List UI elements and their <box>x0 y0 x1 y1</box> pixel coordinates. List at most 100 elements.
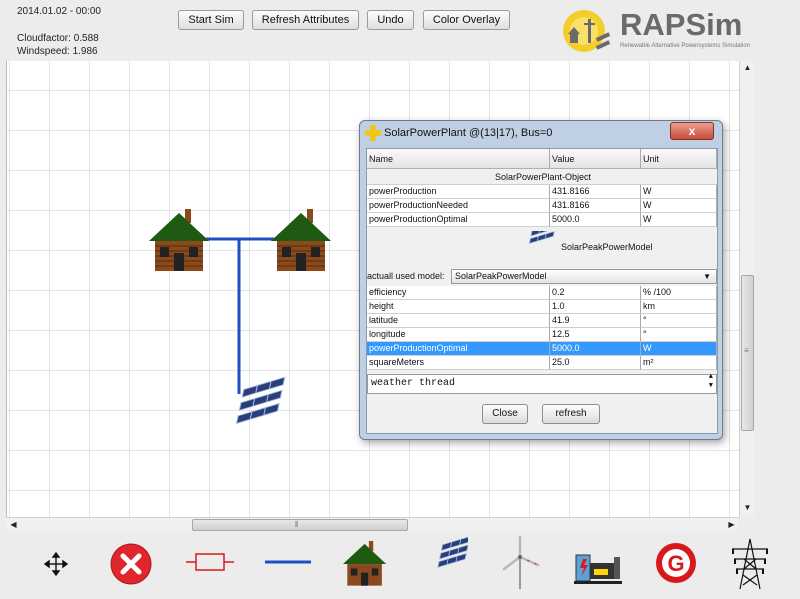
row-unit: km <box>641 300 717 314</box>
generator-tool[interactable]: G <box>650 531 702 596</box>
scroll-down-icon[interactable]: ▼ <box>740 501 755 515</box>
scroll-right-icon[interactable]: ▶ <box>724 518 739 532</box>
resistor-tool[interactable] <box>184 531 236 596</box>
wind-tool[interactable] <box>496 531 544 596</box>
horizontal-scroll-thumb[interactable]: ⦀ <box>192 519 408 531</box>
model-select[interactable]: SolarPeakPowerModel ▼ <box>451 269 717 284</box>
power-line[interactable] <box>203 239 277 394</box>
grip-icon: ⦀ <box>295 520 299 530</box>
move-tool[interactable] <box>36 531 76 596</box>
row-name: powerProductionOptimal <box>367 213 550 227</box>
scroll-left-icon[interactable]: ◀ <box>6 518 21 532</box>
row-value[interactable]: 5000.0 <box>550 213 641 227</box>
row-unit: ° <box>641 328 717 342</box>
grip-icon: ≡ <box>744 346 749 355</box>
row-unit: W <box>641 185 717 199</box>
properties-dialog: SolarPowerPlant @(13|17), Bus=0 x Name V… <box>359 120 723 440</box>
delete-icon <box>106 531 156 596</box>
row-unit: ° <box>641 314 717 328</box>
row-unit: W <box>641 342 717 356</box>
delete-tool[interactable] <box>106 531 156 596</box>
windspeed-readout: Windspeed: 1.986 <box>17 46 98 57</box>
row-value[interactable]: 0.2 <box>550 286 641 300</box>
log-text: weather thread <box>371 378 455 389</box>
table-row[interactable]: powerProductionNeeded 431.8166 W <box>367 199 717 213</box>
object-label-row: SolarPowerPlant-Object <box>367 171 717 185</box>
scroll-up-icon[interactable]: ▲ <box>740 61 755 75</box>
table-row[interactable]: longitude 12.5 ° <box>367 328 717 342</box>
solar-tool[interactable] <box>416 531 468 596</box>
row-name: efficiency <box>367 286 550 300</box>
house-tool[interactable] <box>340 531 390 596</box>
row-value[interactable]: 12.5 <box>550 328 641 342</box>
top-bar: 2014.01.02 - 00:00 Cloudfactor: 0.588 Wi… <box>0 0 800 61</box>
table-row[interactable]: height 1.0 km <box>367 300 717 314</box>
sim-datetime: 2014.01.02 - 00:00 <box>17 6 101 17</box>
solar-panel-icon <box>515 231 555 263</box>
close-icon: x <box>689 124 696 138</box>
log-textarea[interactable]: weather thread ▲▼ <box>367 374 717 394</box>
undo-button[interactable]: Undo <box>367 10 414 30</box>
transmission-tower-icon <box>724 531 776 596</box>
move-icon <box>36 531 76 596</box>
vertical-scrollbar[interactable]: ▲ ≡ ▼ <box>739 61 754 517</box>
table-row[interactable]: efficiency 0.2 % /100 <box>367 286 717 300</box>
chevron-down-icon: ▼ <box>703 270 711 283</box>
row-value[interactable]: 1.0 <box>550 300 641 314</box>
row-unit: W <box>641 199 717 213</box>
house-icon[interactable] <box>149 209 209 271</box>
dialog-body: Name Value Unit SolarPowerPlant-Object p… <box>366 148 718 434</box>
svg-text:G: G <box>667 551 684 576</box>
row-name: latitude <box>367 314 550 328</box>
row-name: powerProduction <box>367 185 550 199</box>
row-unit: % /100 <box>641 286 717 300</box>
refresh-button[interactable]: refresh <box>542 404 600 424</box>
house-icon <box>340 531 390 596</box>
vertical-scroll-thumb[interactable]: ≡ <box>741 275 754 431</box>
row-value[interactable]: 431.8166 <box>550 185 641 199</box>
logo-subtitle: Renewable Alternative Powersystems Simul… <box>620 43 750 49</box>
header-name[interactable]: Name <box>367 149 550 169</box>
header-value[interactable]: Value <box>550 149 641 169</box>
plus-icon <box>365 125 381 141</box>
row-unit: m² <box>641 356 717 370</box>
header-unit[interactable]: Unit <box>641 149 717 169</box>
tower-tool[interactable] <box>724 531 776 596</box>
object-label: SolarPowerPlant-Object <box>367 171 717 185</box>
solar-panel-icon <box>416 531 468 596</box>
hydro-plant-icon <box>572 531 624 596</box>
row-name: powerProductionOptimal <box>367 342 550 356</box>
wind-turbine-icon <box>496 531 544 596</box>
table-row[interactable]: powerProduction 431.8166 W <box>367 185 717 199</box>
rapsim-logo: RAPSim Renewable Alternative Powersystem… <box>562 5 792 57</box>
color-overlay-button[interactable]: Color Overlay <box>423 10 510 30</box>
row-value[interactable]: 25.0 <box>550 356 641 370</box>
row-unit: W <box>641 213 717 227</box>
solar-panel-icon[interactable] <box>237 377 285 423</box>
table-row[interactable]: squareMeters 25.0 m² <box>367 356 717 370</box>
logo-emblem-icon <box>562 5 618 57</box>
hydro-tool[interactable] <box>572 531 624 596</box>
row-value[interactable]: 5000.0 <box>550 342 641 356</box>
row-name: squareMeters <box>367 356 550 370</box>
row-value[interactable]: 431.8166 <box>550 199 641 213</box>
line-icon <box>262 531 314 596</box>
spinner-icon[interactable]: ▲▼ <box>709 373 713 391</box>
table-row[interactable]: latitude 41.9 ° <box>367 314 717 328</box>
start-sim-button[interactable]: Start Sim <box>178 10 244 30</box>
refresh-attributes-button[interactable]: Refresh Attributes <box>252 10 359 30</box>
house-icon[interactable] <box>271 209 331 271</box>
cloudfactor-readout: Cloudfactor: 0.588 <box>17 33 99 44</box>
generator-icon: G <box>650 531 702 596</box>
horizontal-scrollbar[interactable]: ◀ ⦀ ▶ <box>6 517 739 531</box>
dialog-close-button[interactable]: x <box>670 122 714 140</box>
table-row-selected[interactable]: powerProductionOptimal 5000.0 W <box>367 342 717 356</box>
row-value[interactable]: 41.9 <box>550 314 641 328</box>
model-name: SolarPeakPowerModel <box>561 242 653 252</box>
dialog-title: SolarPowerPlant @(13|17), Bus=0 <box>384 127 552 139</box>
row-name: height <box>367 300 550 314</box>
close-button[interactable]: Close <box>482 404 528 424</box>
model-select-label: actuall used model: <box>367 271 445 281</box>
table-row[interactable]: powerProductionOptimal 5000.0 W <box>367 213 717 227</box>
line-tool[interactable] <box>262 531 314 596</box>
